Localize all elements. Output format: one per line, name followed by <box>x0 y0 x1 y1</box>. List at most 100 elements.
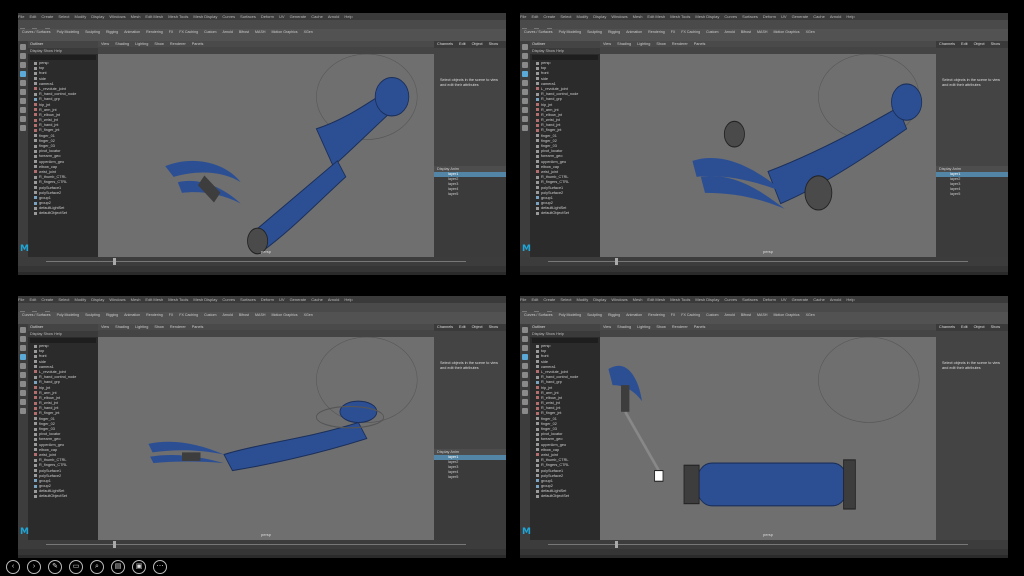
shelf-tab[interactable]: Rendering <box>648 30 665 34</box>
shelf-tab[interactable]: Bifrost <box>239 30 249 34</box>
menu-item[interactable]: UV <box>279 297 285 302</box>
shelf-tab[interactable]: Rigging <box>608 30 620 34</box>
menu-item[interactable]: Mesh Tools <box>168 297 188 302</box>
menu-item[interactable]: File <box>18 297 24 302</box>
menu-item[interactable]: Mesh Display <box>695 297 719 302</box>
shelf-tab[interactable]: MASH <box>255 313 265 317</box>
shelf-tab[interactable]: Rendering <box>146 30 163 34</box>
camera-icon[interactable]: ▣ <box>132 560 146 574</box>
menu-item[interactable]: Mesh Tools <box>670 14 690 19</box>
viewport-panel[interactable]: View Shading Lighting Show Renderer Panels pe… <box>600 324 936 540</box>
shelf-tab[interactable]: Rigging <box>608 313 620 317</box>
shelf-tab[interactable]: Custom <box>204 30 216 34</box>
channel-box-tab[interactable]: Channels <box>437 325 453 329</box>
menu-item[interactable]: Arnold <box>830 297 842 302</box>
shelf-tab[interactable]: FX <box>671 313 676 317</box>
shelf-tab[interactable]: Poly Modeling <box>559 313 582 317</box>
menu-item[interactable]: Cache <box>311 297 323 302</box>
menu-item[interactable]: UV <box>781 297 787 302</box>
time-slider-playhead[interactable] <box>615 541 618 548</box>
shelf-tab[interactable]: XGen <box>806 30 815 34</box>
outliner-tab[interactable]: Outliner <box>28 41 98 48</box>
shelf-tab[interactable]: MASH <box>757 313 767 317</box>
toolbox-tool-icon[interactable] <box>20 107 26 113</box>
toolbox-tool-icon[interactable] <box>522 354 528 360</box>
channel-box-tab[interactable]: Edit <box>961 42 968 46</box>
viewport-menu-item[interactable]: Renderer <box>170 42 186 46</box>
shelf-tab[interactable]: Animation <box>626 313 642 317</box>
menu-item[interactable]: Cache <box>813 297 825 302</box>
shelf-tab[interactable]: Sculpting <box>587 313 602 317</box>
more-icon[interactable]: ⋯ <box>153 560 167 574</box>
shelf-tab[interactable]: Poly Modeling <box>57 313 80 317</box>
menu-item[interactable]: File <box>520 297 526 302</box>
menu-item[interactable]: Curves <box>222 297 235 302</box>
shelf-tab[interactable]: Rendering <box>648 313 665 317</box>
shelf-tab[interactable]: Motion Graphics <box>773 313 799 317</box>
command-line[interactable]: MEL <box>520 555 1008 558</box>
viewport-menu-item[interactable]: Shading <box>115 325 129 329</box>
toolbox-tool-icon[interactable] <box>522 44 528 50</box>
menu-item[interactable]: Modify <box>75 297 87 302</box>
shelf-tab[interactable]: Rigging <box>106 30 118 34</box>
viewport-menu-item[interactable]: Lighting <box>135 42 148 46</box>
menu-item[interactable]: UV <box>781 14 787 19</box>
back-icon[interactable]: ‹ <box>6 560 20 574</box>
toolbox-tool-icon[interactable] <box>522 336 528 342</box>
menu-item[interactable]: Modify <box>75 14 87 19</box>
viewport-menu-item[interactable]: Panels <box>192 42 204 46</box>
toolbox-tool-icon[interactable] <box>20 89 26 95</box>
forward-icon[interactable]: › <box>27 560 41 574</box>
robot-arm-model[interactable] <box>98 337 434 540</box>
menu-item[interactable]: Generate <box>290 297 307 302</box>
channel-box-tab[interactable]: Channels <box>939 325 955 329</box>
menu-item[interactable]: Mesh <box>131 297 141 302</box>
channel-box-tab[interactable]: Show <box>489 42 499 46</box>
channel-box-tab[interactable]: Object <box>472 42 483 46</box>
display-layer[interactable]: layer5 <box>434 475 506 480</box>
zoom-icon[interactable]: ⌕ <box>90 560 104 574</box>
viewport-menu-item[interactable]: Lighting <box>637 42 650 46</box>
menu-item[interactable]: Arnold <box>328 297 340 302</box>
shelf-tab[interactable]: Custom <box>706 313 718 317</box>
toolbox-tool-icon[interactable] <box>20 71 26 77</box>
shelf-tab[interactable]: Sculpting <box>587 30 602 34</box>
shelf-tab[interactable]: Sculpting <box>85 313 100 317</box>
outliner-menu-item[interactable]: Show <box>44 49 54 53</box>
toolbox-tool-icon[interactable] <box>522 390 528 396</box>
layer-tab-anim[interactable]: Anim <box>952 167 961 171</box>
channel-box-tab[interactable]: Object <box>974 42 985 46</box>
toolbox-tool-icon[interactable] <box>522 345 528 351</box>
toolbox-tool-icon[interactable] <box>20 399 26 405</box>
shelf-tab[interactable]: Sculpting <box>85 30 100 34</box>
outliner-menu-item[interactable]: Help <box>54 332 62 336</box>
shelf-tab[interactable]: Poly Modeling <box>57 30 80 34</box>
robot-arm-model[interactable] <box>600 54 936 257</box>
menu-item[interactable]: Edit <box>531 297 538 302</box>
outliner-menu-item[interactable]: Display <box>532 49 544 53</box>
menu-item[interactable]: Modify <box>577 297 589 302</box>
menu-item[interactable]: Deform <box>763 14 776 19</box>
toolbox-tool-icon[interactable] <box>522 125 528 131</box>
layer-tab-anim[interactable]: Anim <box>450 167 459 171</box>
toolbox-tool-icon[interactable] <box>522 327 528 333</box>
viewport-menu-item[interactable]: Shading <box>115 42 129 46</box>
menu-item[interactable]: Deform <box>763 297 776 302</box>
outliner-item[interactable]: defaultObjectSet <box>28 494 98 499</box>
menu-item[interactable]: Edit Mesh <box>647 297 665 302</box>
viewport-menu-item[interactable]: View <box>603 325 611 329</box>
toolbox-tool-icon[interactable] <box>522 53 528 59</box>
toolbox-tool-icon[interactable] <box>20 345 26 351</box>
menu-item[interactable]: Curves <box>724 297 737 302</box>
outliner-item[interactable]: defaultObjectSet <box>530 211 600 216</box>
channel-box-tab[interactable]: Show <box>489 325 499 329</box>
command-line[interactable]: MEL <box>18 272 506 275</box>
time-slider-playhead[interactable] <box>615 258 618 265</box>
channel-box-tab[interactable]: Channels <box>939 42 955 46</box>
shelf-tab[interactable]: XGen <box>304 313 313 317</box>
outliner-search-input[interactable] <box>532 55 598 60</box>
menu-item[interactable]: Mesh Tools <box>670 297 690 302</box>
toolbox-tool-icon[interactable] <box>20 98 26 104</box>
menu-item[interactable]: Deform <box>261 297 274 302</box>
viewport-menu-item[interactable]: Panels <box>694 42 706 46</box>
